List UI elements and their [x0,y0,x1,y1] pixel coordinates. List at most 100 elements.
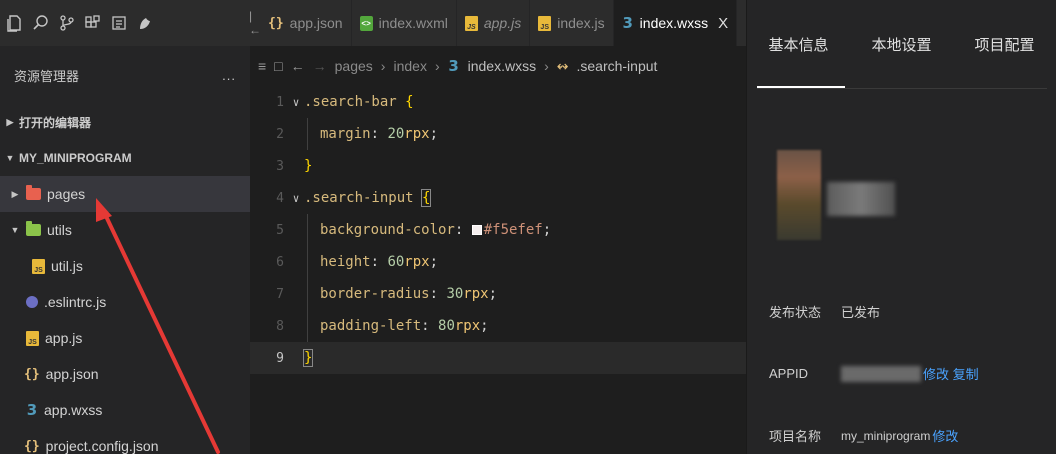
forward-arrow-icon[interactable]: → [313,58,327,74]
tab-index-wxml[interactable]: <> index.wxml [352,0,457,46]
tree-item-util-js[interactable]: JS util.js [0,248,250,284]
breadcrumb-symbol[interactable]: .search-input [576,58,657,74]
bookmark-icon[interactable]: □ [274,58,282,74]
code-line[interactable]: 4 ∨ .search-input { [250,182,746,214]
line-number: 5 [276,222,284,238]
source-control-icon[interactable] [56,12,78,34]
color-swatch[interactable] [471,225,482,235]
code-line[interactable]: 6 height: 60 rpx; [250,246,746,278]
project-label: MY_MINIPROGRAM [19,151,132,165]
tree-item-label: app.json [45,366,99,382]
tree-item-label: .eslintrc.js [44,294,107,310]
folder-pages-icon [26,185,41,200]
js-icon: JS [26,330,39,346]
tab-index-wxss[interactable]: 3 index.wxss X [613,0,738,46]
project-name-row: 项目名称 my_miniprogram 修改 [769,426,958,445]
toolbar [0,0,250,46]
breadcrumb-pages[interactable]: pages [335,58,373,74]
divider [757,88,1047,89]
code-line[interactable]: 5 background-color: #f5efef; [250,214,746,246]
fold-chevron-icon[interactable]: ∨ [288,192,304,205]
tree-item-pages[interactable]: ▶ pages [0,176,250,212]
publish-status-row: 发布状态 已发布 [769,302,880,321]
search-icon[interactable] [30,12,52,34]
json-icon: {} [24,438,40,454]
tab-app-json[interactable]: {} app.json [260,0,352,46]
wxml-icon: <> [359,15,373,31]
js-icon: JS [464,15,478,31]
line-number: 8 [276,318,284,334]
edit-name-link[interactable]: 修改 [932,426,958,445]
chevron-right-icon: ▶ [6,116,14,127]
line-number: 7 [276,286,284,302]
split-editor-icon[interactable]: |← [249,0,261,46]
info-label: 发布状态 [769,305,822,320]
tree-item-label: pages [47,186,86,202]
code-editor: ≡ □ ← → pages › index › 3 index.wxss › ↭… [250,46,746,454]
code-line[interactable]: 8 padding-left: 80 rpx; [250,310,746,342]
tree-item-eslintrc[interactable]: .eslintrc.js [0,284,250,320]
more-actions-icon[interactable]: ... [222,68,236,83]
explorer-title: 资源管理器 [14,68,80,84]
close-icon[interactable]: X [718,15,728,32]
info-value: my_miniprogram [841,428,931,443]
line-number: 6 [276,254,284,270]
code-line[interactable]: 7 border-radius: 30 rpx; [250,278,746,310]
explorer-header: 资源管理器 ... [0,46,250,104]
css-unit: rpx [454,318,481,334]
line-number: 4 [276,190,284,206]
tree-item-project-config[interactable]: {} project.config.json [0,428,250,454]
tree-item-app-json[interactable]: {} app.json [0,356,250,392]
tree-item-app-js[interactable]: JS app.js [0,320,250,356]
extensions-icon[interactable] [82,12,104,34]
css-property: border-radius [320,286,430,302]
code-line[interactable]: 3 } [250,150,746,182]
outline-icon[interactable] [108,12,130,34]
open-editors-label: 打开的编辑器 [19,115,92,130]
info-label: APPID [769,366,809,381]
chevron-right-icon: ▶ [11,188,19,199]
files-icon[interactable] [4,12,26,34]
project-section[interactable]: ▼ MY_MINIPROGRAM [0,140,250,176]
tree-item-app-wxss[interactable]: 3 app.wxss [0,392,250,428]
debug-icon[interactable] [134,12,156,34]
js-icon: JS [32,258,45,274]
breadcrumb-file[interactable]: index.wxss [468,58,536,74]
code-lines[interactable]: 1 ∨ .search-bar { 2 margin: 20 rpx; 3 } 4… [250,86,746,374]
tab-app-js[interactable]: JS app.js [457,0,531,46]
css-property: background-color [320,222,455,238]
appid-actions-link[interactable]: 修改 复制 [923,364,979,383]
tab-project-config[interactable]: 项目配置 [953,34,1056,55]
tab-label: index.wxml [378,15,448,31]
css-selector: .search-input [304,190,414,206]
open-editors-section[interactable]: ▶ 打开的编辑器 [0,104,250,140]
folder-utils-icon [26,221,41,236]
explorer-sidebar: 资源管理器 ... ▶ 打开的编辑器 ▼ MY_MINIPROGRAM ▶ pa… [0,46,250,454]
editor-tabbar: |← {} app.json <> index.wxml JS app.js J… [249,0,746,46]
details-panel: 基本信息 本地设置 项目配置 发布状态 已发布 APPID 修改 复制 项目名称… [746,0,1056,454]
json-icon: {} [268,15,284,31]
code-line[interactable]: 1 ∨ .search-bar { [250,86,746,118]
tab-basic-info[interactable]: 基本信息 [747,34,850,55]
chevron-right-icon: › [380,58,386,74]
chevron-right-icon: › [434,58,440,74]
tree-item-label: app.wxss [44,402,103,418]
code-line-current[interactable]: 9 } [250,342,746,374]
tab-local-settings[interactable]: 本地设置 [850,34,953,55]
chevron-down-icon: ▼ [5,153,15,163]
line-number: 3 [276,158,284,174]
css-property: padding-left [320,318,422,334]
list-icon[interactable]: ≡ [258,58,266,74]
code-line[interactable]: 2 margin: 20 rpx; [250,118,746,150]
css-unit: rpx [463,286,489,302]
breadcrumb-index[interactable]: index [393,58,426,74]
wxss-icon: 3 [26,401,38,419]
tree-item-utils[interactable]: ▼ utils [0,212,250,248]
tab-index-js[interactable]: JS index.js [530,0,614,46]
wxss-icon: 3 [622,14,633,32]
fold-chevron-icon[interactable]: ∨ [288,96,304,109]
back-arrow-icon[interactable]: ← [291,58,305,74]
blurred-account-name [827,182,895,216]
chevron-down-icon: ▼ [10,225,20,235]
css-property: height [320,254,371,270]
